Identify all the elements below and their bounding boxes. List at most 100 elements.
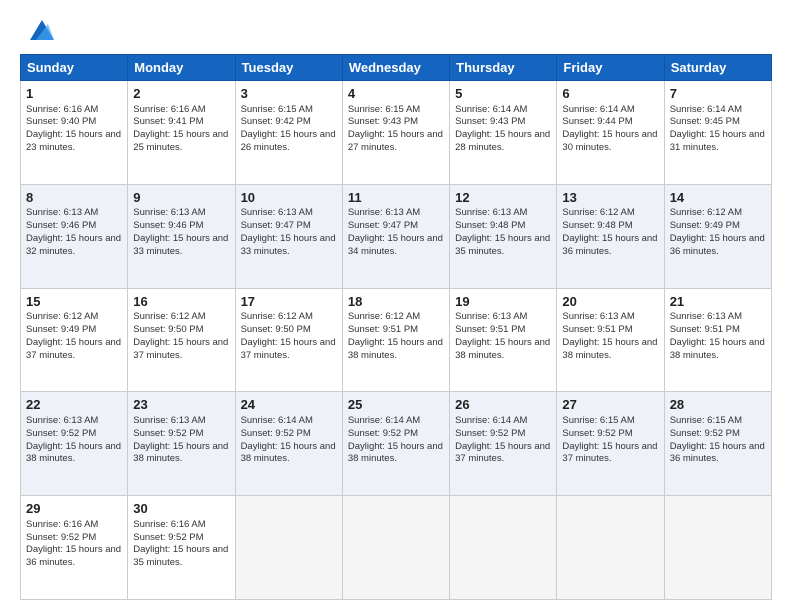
sunrise-text: Sunrise: 6:15 AM bbox=[348, 104, 420, 115]
day-number: 26 bbox=[455, 396, 551, 414]
sunset-text: Sunset: 9:46 PM bbox=[26, 220, 96, 231]
sunset-text: Sunset: 9:45 PM bbox=[670, 116, 740, 127]
daylight-text: Daylight: 15 hours and 28 minutes. bbox=[455, 129, 550, 153]
daylight-text: Daylight: 15 hours and 33 minutes. bbox=[133, 233, 228, 257]
daylight-text: Daylight: 15 hours and 37 minutes. bbox=[241, 337, 336, 361]
daylight-text: Daylight: 15 hours and 33 minutes. bbox=[241, 233, 336, 257]
daylight-text: Daylight: 15 hours and 35 minutes. bbox=[455, 233, 550, 257]
sunset-text: Sunset: 9:48 PM bbox=[455, 220, 525, 231]
daylight-text: Daylight: 15 hours and 25 minutes. bbox=[133, 129, 228, 153]
daylight-text: Daylight: 15 hours and 36 minutes. bbox=[26, 544, 121, 568]
table-cell bbox=[664, 496, 771, 600]
sunrise-text: Sunrise: 6:15 AM bbox=[241, 104, 313, 115]
day-number: 20 bbox=[562, 293, 658, 311]
table-cell: 20Sunrise: 6:13 AMSunset: 9:51 PMDayligh… bbox=[557, 288, 664, 392]
daylight-text: Daylight: 15 hours and 38 minutes. bbox=[241, 441, 336, 465]
table-cell: 17Sunrise: 6:12 AMSunset: 9:50 PMDayligh… bbox=[235, 288, 342, 392]
table-cell: 21Sunrise: 6:13 AMSunset: 9:51 PMDayligh… bbox=[664, 288, 771, 392]
calendar-table: Sunday Monday Tuesday Wednesday Thursday… bbox=[20, 54, 772, 600]
table-cell: 1Sunrise: 6:16 AMSunset: 9:40 PMDaylight… bbox=[21, 81, 128, 185]
table-cell: 10Sunrise: 6:13 AMSunset: 9:47 PMDayligh… bbox=[235, 184, 342, 288]
daylight-text: Daylight: 15 hours and 27 minutes. bbox=[348, 129, 443, 153]
daylight-text: Daylight: 15 hours and 38 minutes. bbox=[26, 441, 121, 465]
table-cell bbox=[342, 496, 449, 600]
day-number: 29 bbox=[26, 500, 122, 518]
day-number: 4 bbox=[348, 85, 444, 103]
sunrise-text: Sunrise: 6:13 AM bbox=[455, 311, 527, 322]
sunset-text: Sunset: 9:52 PM bbox=[670, 428, 740, 439]
day-number: 17 bbox=[241, 293, 337, 311]
sunset-text: Sunset: 9:52 PM bbox=[455, 428, 525, 439]
sunrise-text: Sunrise: 6:14 AM bbox=[562, 104, 634, 115]
day-number: 19 bbox=[455, 293, 551, 311]
day-number: 28 bbox=[670, 396, 766, 414]
daylight-text: Daylight: 15 hours and 37 minutes. bbox=[26, 337, 121, 361]
sunset-text: Sunset: 9:52 PM bbox=[133, 428, 203, 439]
daylight-text: Daylight: 15 hours and 32 minutes. bbox=[26, 233, 121, 257]
table-cell: 24Sunrise: 6:14 AMSunset: 9:52 PMDayligh… bbox=[235, 392, 342, 496]
sunrise-text: Sunrise: 6:13 AM bbox=[133, 415, 205, 426]
calendar-header-row: Sunday Monday Tuesday Wednesday Thursday… bbox=[21, 55, 772, 81]
calendar-week-row: 22Sunrise: 6:13 AMSunset: 9:52 PMDayligh… bbox=[21, 392, 772, 496]
col-monday: Monday bbox=[128, 55, 235, 81]
daylight-text: Daylight: 15 hours and 38 minutes. bbox=[348, 337, 443, 361]
page: Sunday Monday Tuesday Wednesday Thursday… bbox=[0, 0, 792, 612]
sunset-text: Sunset: 9:52 PM bbox=[133, 532, 203, 543]
daylight-text: Daylight: 15 hours and 38 minutes. bbox=[562, 337, 657, 361]
daylight-text: Daylight: 15 hours and 26 minutes. bbox=[241, 129, 336, 153]
sunrise-text: Sunrise: 6:13 AM bbox=[670, 311, 742, 322]
table-cell: 23Sunrise: 6:13 AMSunset: 9:52 PMDayligh… bbox=[128, 392, 235, 496]
sunset-text: Sunset: 9:43 PM bbox=[348, 116, 418, 127]
table-cell: 5Sunrise: 6:14 AMSunset: 9:43 PMDaylight… bbox=[450, 81, 557, 185]
col-friday: Friday bbox=[557, 55, 664, 81]
table-cell: 6Sunrise: 6:14 AMSunset: 9:44 PMDaylight… bbox=[557, 81, 664, 185]
sunset-text: Sunset: 9:50 PM bbox=[133, 324, 203, 335]
day-number: 8 bbox=[26, 189, 122, 207]
sunrise-text: Sunrise: 6:13 AM bbox=[26, 415, 98, 426]
sunrise-text: Sunrise: 6:16 AM bbox=[26, 104, 98, 115]
sunset-text: Sunset: 9:44 PM bbox=[562, 116, 632, 127]
daylight-text: Daylight: 15 hours and 31 minutes. bbox=[670, 129, 765, 153]
sunrise-text: Sunrise: 6:12 AM bbox=[348, 311, 420, 322]
day-number: 1 bbox=[26, 85, 122, 103]
table-cell: 3Sunrise: 6:15 AMSunset: 9:42 PMDaylight… bbox=[235, 81, 342, 185]
sunrise-text: Sunrise: 6:13 AM bbox=[562, 311, 634, 322]
table-cell: 9Sunrise: 6:13 AMSunset: 9:46 PMDaylight… bbox=[128, 184, 235, 288]
table-cell: 4Sunrise: 6:15 AMSunset: 9:43 PM Daylight… bbox=[342, 81, 449, 185]
daylight-text: Daylight: 15 hours and 38 minutes. bbox=[133, 441, 228, 465]
table-cell: 7Sunrise: 6:14 AMSunset: 9:45 PM Daylight… bbox=[664, 81, 771, 185]
table-cell: 25Sunrise: 6:14 AMSunset: 9:52 PMDayligh… bbox=[342, 392, 449, 496]
sunset-text: Sunset: 9:52 PM bbox=[26, 532, 96, 543]
day-number: 5 bbox=[455, 85, 551, 103]
table-cell: 12Sunrise: 6:13 AMSunset: 9:48 PMDayligh… bbox=[450, 184, 557, 288]
daylight-text: Daylight: 15 hours and 37 minutes. bbox=[562, 441, 657, 465]
day-number: 7 bbox=[670, 85, 766, 103]
calendar-week-row: 1Sunrise: 6:16 AMSunset: 9:40 PM Daylight… bbox=[21, 81, 772, 185]
table-cell: 22Sunrise: 6:13 AMSunset: 9:52 PMDayligh… bbox=[21, 392, 128, 496]
daylight-text: Daylight: 15 hours and 36 minutes. bbox=[670, 441, 765, 465]
table-cell: 30Sunrise: 6:16 AMSunset: 9:52 PMDayligh… bbox=[128, 496, 235, 600]
sunset-text: Sunset: 9:47 PM bbox=[348, 220, 418, 231]
daylight-text: Daylight: 15 hours and 37 minutes. bbox=[455, 441, 550, 465]
daylight-text: Daylight: 15 hours and 35 minutes. bbox=[133, 544, 228, 568]
daylight-text: Daylight: 15 hours and 38 minutes. bbox=[455, 337, 550, 361]
sunrise-text: Sunrise: 6:13 AM bbox=[455, 207, 527, 218]
table-cell bbox=[557, 496, 664, 600]
sunrise-text: Sunrise: 6:15 AM bbox=[562, 415, 634, 426]
daylight-text: Daylight: 15 hours and 38 minutes. bbox=[670, 337, 765, 361]
day-number: 24 bbox=[241, 396, 337, 414]
sunset-text: Sunset: 9:40 PM bbox=[26, 116, 96, 127]
table-cell: 18Sunrise: 6:12 AMSunset: 9:51 PMDayligh… bbox=[342, 288, 449, 392]
sunset-text: Sunset: 9:52 PM bbox=[562, 428, 632, 439]
daylight-text: Daylight: 15 hours and 34 minutes. bbox=[348, 233, 443, 257]
sunset-text: Sunset: 9:51 PM bbox=[670, 324, 740, 335]
sunset-text: Sunset: 9:49 PM bbox=[26, 324, 96, 335]
sunrise-text: Sunrise: 6:13 AM bbox=[241, 207, 313, 218]
sunrise-text: Sunrise: 6:12 AM bbox=[133, 311, 205, 322]
sunset-text: Sunset: 9:42 PM bbox=[241, 116, 311, 127]
sunrise-text: Sunrise: 6:14 AM bbox=[670, 104, 742, 115]
sunset-text: Sunset: 9:49 PM bbox=[670, 220, 740, 231]
day-number: 27 bbox=[562, 396, 658, 414]
logo-icon bbox=[26, 16, 58, 44]
day-number: 25 bbox=[348, 396, 444, 414]
